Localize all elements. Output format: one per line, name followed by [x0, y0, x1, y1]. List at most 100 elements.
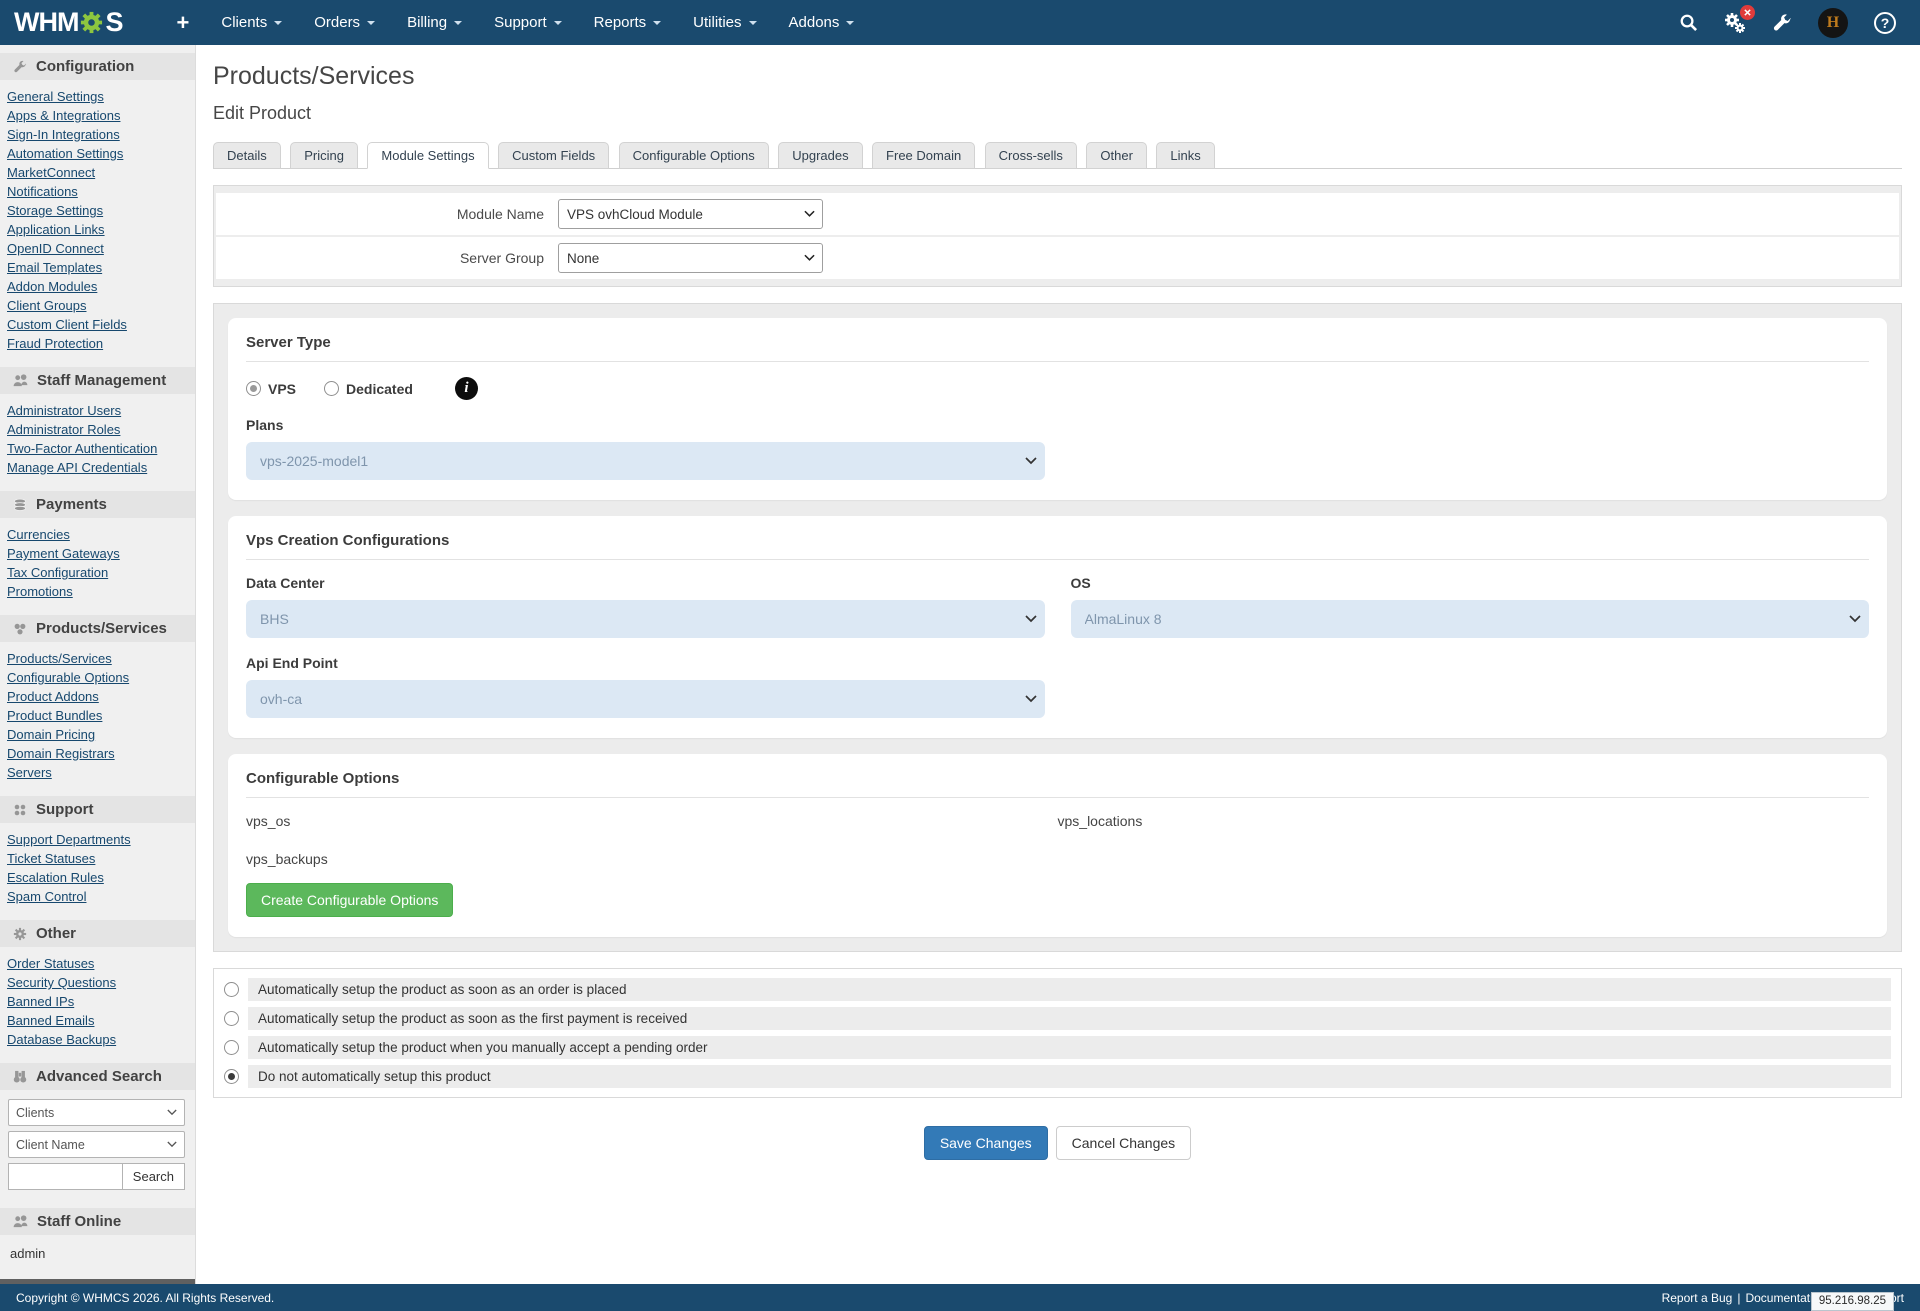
plans-select[interactable]: vps-2025-model1: [246, 442, 1045, 480]
api-endpoint-select[interactable]: ovh-ca: [246, 680, 1045, 718]
sidebar-link[interactable]: Storage Settings: [7, 201, 189, 220]
sidebar-link[interactable]: Manage API Credentials: [7, 458, 189, 477]
tab-details[interactable]: Details: [213, 142, 281, 169]
sidebar-link[interactable]: Administrator Roles: [7, 420, 189, 439]
tab-free-domain[interactable]: Free Domain: [872, 142, 975, 169]
tab-upgrades[interactable]: Upgrades: [778, 142, 862, 169]
info-icon[interactable]: i: [455, 377, 478, 400]
save-changes-button[interactable]: Save Changes: [924, 1126, 1048, 1160]
nav-menu-item[interactable]: Addons: [773, 14, 871, 31]
sidebar-link[interactable]: Notifications: [7, 182, 189, 201]
sidebar-link[interactable]: Product Bundles: [7, 706, 189, 725]
sidebar-link[interactable]: Servers: [7, 763, 189, 782]
nav-menu-item[interactable]: Clients: [205, 14, 298, 31]
users-icon: [13, 1215, 28, 1228]
tab-other[interactable]: Other: [1086, 142, 1147, 169]
auto-setup-on-payment-radio[interactable]: [224, 1011, 239, 1026]
os-wrapper: AlmaLinux 8: [1071, 600, 1870, 638]
sidebar-link[interactable]: Database Backups: [7, 1030, 189, 1049]
server-group-select[interactable]: None: [558, 243, 823, 273]
sidebar-link[interactable]: Escalation Rules: [7, 868, 189, 887]
nav-menu-item[interactable]: Support: [478, 14, 578, 31]
avatar[interactable]: H: [1818, 8, 1848, 38]
sidebar-link[interactable]: Apps & Integrations: [7, 106, 189, 125]
auto-setup-on-accept-radio[interactable]: [224, 1040, 239, 1055]
page-title: Products/Services: [213, 62, 1902, 91]
module-name-select[interactable]: VPS ovhCloud Module: [558, 199, 823, 229]
sidebar-link[interactable]: Tax Configuration: [7, 563, 189, 582]
vps-radio[interactable]: [246, 381, 261, 396]
sidebar-link[interactable]: Addon Modules: [7, 277, 189, 296]
sidebar-link[interactable]: Products/Services: [7, 649, 189, 668]
configurable-options-title: Configurable Options: [246, 770, 1869, 798]
users-icon: [13, 374, 28, 387]
dedicated-radio-label[interactable]: Dedicated: [346, 381, 413, 397]
sidebar-link[interactable]: Ticket Statuses: [7, 849, 189, 868]
sidebar-link[interactable]: Security Questions: [7, 973, 189, 992]
sidebar-link[interactable]: Domain Pricing: [7, 725, 189, 744]
tab-module-settings[interactable]: Module Settings: [367, 142, 488, 169]
sidebar-link[interactable]: MarketConnect: [7, 163, 189, 182]
sidebar-link[interactable]: Administrator Users: [7, 401, 189, 420]
admin-sidebar: Configuration General SettingsApps & Int…: [0, 45, 196, 1310]
tab-links[interactable]: Links: [1156, 142, 1214, 169]
search-category-select[interactable]: Clients: [8, 1099, 185, 1126]
module-name-label: Module Name: [216, 206, 558, 222]
sidebar-link[interactable]: Client Groups: [7, 296, 189, 315]
auto-setup-on-order-radio[interactable]: [224, 982, 239, 997]
sidebar-link[interactable]: Currencies: [7, 525, 189, 544]
auto-setup-on-order-label[interactable]: Automatically setup the product as soon …: [248, 978, 1891, 1001]
sidebar-link[interactable]: Spam Control: [7, 887, 189, 906]
help-icon[interactable]: ?: [1874, 12, 1896, 34]
sidebar-link[interactable]: Configurable Options: [7, 668, 189, 687]
cancel-changes-button[interactable]: Cancel Changes: [1056, 1126, 1192, 1160]
tab-configurable-options[interactable]: Configurable Options: [619, 142, 769, 169]
vps-radio-label[interactable]: VPS: [268, 381, 296, 397]
sidebar-link[interactable]: OpenID Connect: [7, 239, 189, 258]
report-a-bug-link[interactable]: Report a Bug: [1662, 1291, 1733, 1305]
sidebar-link[interactable]: Custom Client Fields: [7, 315, 189, 334]
data-center-select[interactable]: BHS: [246, 600, 1045, 638]
search-button[interactable]: Search: [122, 1163, 185, 1190]
sidebar-link[interactable]: Application Links: [7, 220, 189, 239]
sidebar-link[interactable]: Order Statuses: [7, 954, 189, 973]
os-select[interactable]: AlmaLinux 8: [1071, 600, 1870, 638]
search-input[interactable]: [8, 1163, 123, 1190]
no-auto-setup-radio[interactable]: [224, 1069, 239, 1084]
sidebar-link[interactable]: Payment Gateways: [7, 544, 189, 563]
sidebar-link[interactable]: Sign-In Integrations: [7, 125, 189, 144]
auto-setup-on-payment-label[interactable]: Automatically setup the product as soon …: [248, 1007, 1891, 1030]
nav-menu-item[interactable]: Reports: [578, 14, 678, 31]
sidebar-link[interactable]: Fraud Protection: [7, 334, 189, 353]
search-field-select[interactable]: Client Name: [8, 1131, 185, 1158]
whmcs-logo[interactable]: WHM S: [14, 7, 123, 38]
tab-custom-fields[interactable]: Custom Fields: [498, 142, 609, 169]
nav-menu-item[interactable]: Orders: [298, 14, 391, 31]
tools-icon[interactable]: [1772, 13, 1792, 33]
module-settings-container: Server Type VPS Dedicated i Plans vps-20…: [213, 303, 1902, 952]
create-configurable-options-button[interactable]: Create Configurable Options: [246, 883, 453, 917]
dedicated-radio[interactable]: [324, 381, 339, 396]
tab-cross-sells[interactable]: Cross-sells: [985, 142, 1077, 169]
sidebar-link[interactable]: Support Departments: [7, 830, 189, 849]
auto-setup-on-accept-label[interactable]: Automatically setup the product when you…: [248, 1036, 1891, 1059]
search-icon[interactable]: [1679, 13, 1698, 32]
nav-menu-item[interactable]: Utilities: [677, 14, 772, 31]
tab-pricing[interactable]: Pricing: [290, 142, 358, 169]
nav-menu-item[interactable]: Billing: [391, 14, 478, 31]
sidebar-link[interactable]: Two-Factor Authentication: [7, 439, 189, 458]
sidebar-link[interactable]: Banned IPs: [7, 992, 189, 1011]
settings-gears-icon[interactable]: [1724, 12, 1746, 34]
config-option-vps-locations: vps_locations: [1058, 813, 1870, 829]
sidebar-link[interactable]: Automation Settings: [7, 144, 189, 163]
sidebar-link[interactable]: Product Addons: [7, 687, 189, 706]
chevron-down-icon: [454, 21, 462, 25]
no-auto-setup-label[interactable]: Do not automatically setup this product: [248, 1065, 1891, 1088]
main-content: Products/Services Edit Product Details P…: [196, 45, 1920, 1200]
sidebar-link[interactable]: Email Templates: [7, 258, 189, 277]
add-new-button[interactable]: +: [161, 10, 206, 36]
sidebar-link[interactable]: Banned Emails: [7, 1011, 189, 1030]
sidebar-link[interactable]: Domain Registrars: [7, 744, 189, 763]
sidebar-link[interactable]: General Settings: [7, 87, 189, 106]
sidebar-link[interactable]: Promotions: [7, 582, 189, 601]
